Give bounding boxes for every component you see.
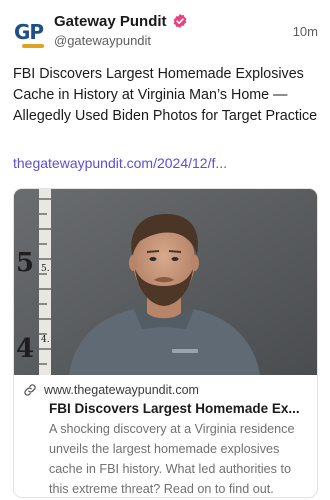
- post-timestamp[interactable]: 10m: [293, 24, 318, 39]
- card-link-row[interactable]: www.thegatewaypundit.com: [23, 383, 199, 397]
- post[interactable]: GP Gateway Pundit @gatewaypundit 10m FBI…: [0, 0, 330, 500]
- card-description: A shocking discovery at a Virginia resid…: [49, 422, 295, 496]
- author-display-name[interactable]: Gateway Pundit: [54, 13, 167, 30]
- card-image-mugshot[interactable]: 5 5. 4 4.: [14, 189, 317, 375]
- link-chain-icon: [24, 384, 36, 396]
- card-meta: www.thegatewaypundit.com FBI Discovers L…: [14, 375, 317, 497]
- author-handle[interactable]: @gatewaypundit: [54, 33, 151, 48]
- avatar[interactable]: GP: [12, 14, 48, 50]
- post-header: GP Gateway Pundit @gatewaypundit 10m: [0, 0, 330, 62]
- ruler-marking-4-small: 4.: [41, 335, 50, 345]
- post-text: FBI Discovers Largest Homemade Explosive…: [13, 66, 318, 124]
- card-domain[interactable]: www.thegatewaypundit.com: [44, 383, 199, 397]
- post-link[interactable]: thegatewaypundit.com/2024/12/f...: [13, 155, 313, 171]
- ruler-marking-5-large: 5: [16, 248, 34, 278]
- link-preview-card[interactable]: 5 5. 4 4. www.thegatewaypundit.com FBI D…: [13, 188, 318, 498]
- ruler-marking-5-small: 5.: [41, 264, 50, 274]
- avatar-logo-text: GP: [14, 20, 44, 44]
- verified-badge-icon: [172, 13, 188, 29]
- author-name-row: Gateway Pundit: [54, 11, 188, 31]
- ruler-marking-4-large: 4: [16, 334, 34, 364]
- card-title[interactable]: FBI Discovers Largest Homemade Ex...: [49, 401, 307, 416]
- avatar-logo-swoosh: [22, 44, 44, 48]
